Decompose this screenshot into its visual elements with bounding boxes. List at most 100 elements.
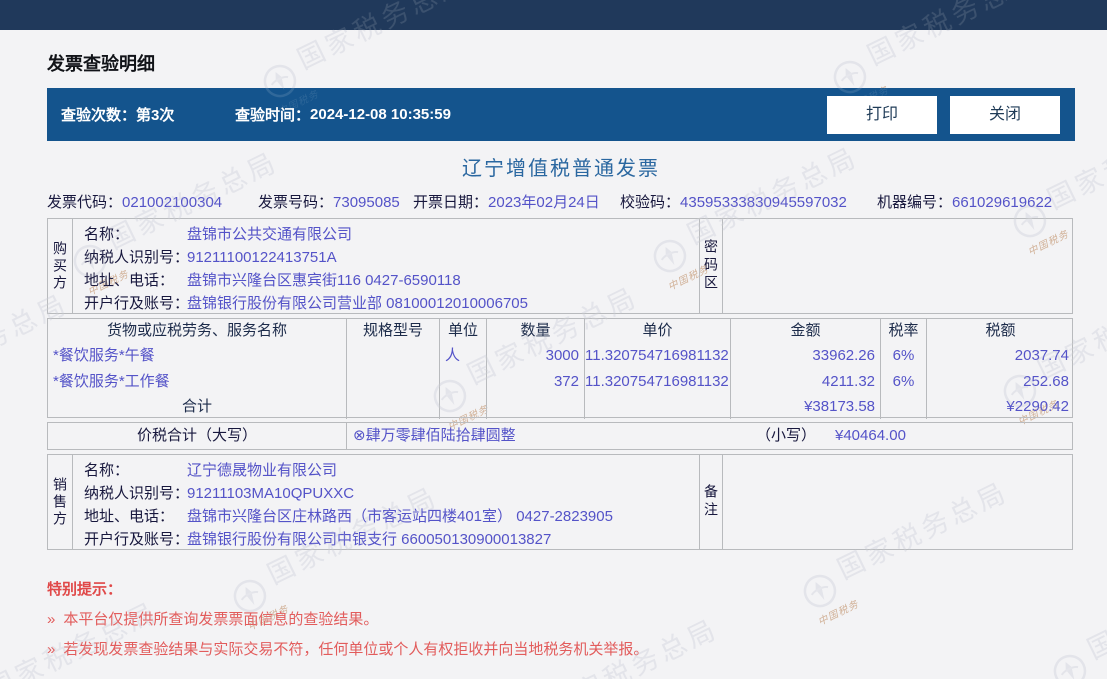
buyer-side-label-text: 购买方 [52,240,68,292]
seller-address-value: 盘锦市兴隆台区庄林路西（市客运站四楼401室） 0427-2823905 [187,508,613,525]
item-taxrate: 6% [881,369,927,395]
watermark-tile: 中国税务国家税务总局 [0,590,168,679]
seller-taxid-row: 纳税人识别号： 91211103MA10QPUXXC [84,482,699,505]
machine-number-value: 661029619622 [952,194,1053,211]
col-header-amount: 金额 [731,319,881,343]
buyer-side-label: 购买方 [48,219,73,313]
watermark-script-text: 中国税务 [816,598,861,629]
seller-taxid-label: 纳税人识别号： [84,485,190,502]
col-header-price: 单价 [585,319,731,343]
items-total-spacer [347,395,440,419]
buyer-bank-value: 盘锦银行股份有限公司营业部 08100012010006705 [187,295,528,312]
buyer-taxid-value: 91211100122413751A [187,249,337,266]
notice-title: 特别提示： [47,581,123,598]
page-title: 发票查验明细 [47,54,155,74]
invoice-code-value: 021002100304 [122,194,223,211]
item-amount: 4211.32 [731,369,881,395]
watermark-tile: 中国税务国家税务总局 [0,590,168,679]
password-area [723,219,1072,313]
check-time-value: 2024-12-08 10:35:59 [310,106,451,123]
buyer-details: 名称： 盘锦市公共交通有限公司 纳税人识别号： 91211100122413751A… [73,219,699,313]
grand-total-label: 价税合计（大写） [48,423,347,449]
items-total-label: 合计 [48,395,347,419]
notice-item: » 本平台仅提供所查询发票票面信息的查验结果。 [47,608,378,629]
check-code-value: 43595333830945597032 [680,194,847,211]
item-tax: 252.68 [1023,373,1069,390]
item-taxrate: 6% [881,343,927,369]
tax-bureau-logo-icon [1053,654,1087,679]
watermark-text: 国家税务总局 [1082,556,1107,666]
buyer-address-row: 地址、电话： 盘锦市兴隆台区惠宾街116 0427-6590118 [84,269,699,292]
watermark-tile: 中国税务 国家税务总局 [1041,550,1107,679]
invoice-code: 发票代码：021002100304 [47,191,222,212]
check-time-label: 查验时间： [235,107,311,124]
invoice-date: 开票日期：2023年02月24日 [413,191,600,212]
notice-item-text: 本平台仅提供所查询发票票面信息的查验结果。 [63,611,379,628]
invoice-number-value: 73095085 [333,194,400,211]
seller-details: 名称： 辽宁德晟物业有限公司 纳税人识别号： 91211103MA10QPUXXC … [73,455,699,549]
remark-area-label-text: 备注 [703,484,719,520]
items-total-spacer [585,395,731,419]
grand-total-row: 价税合计（大写） ⊗肆万零肆佰陆拾肆圆整 （小写） ¥40464.00 [47,422,1073,450]
password-area-label: 密码区 [699,219,723,313]
col-header-spec: 规格型号 [347,319,440,343]
bullet-icon: » [47,641,56,658]
seller-name-label: 名称： [84,462,130,479]
buyer-address-label: 地址、电话： [84,272,175,289]
items-total-spacer [440,395,487,419]
notice-item-text: 若发现发票查验结果与实际交易不符，任何单位或个人有权拒收并向当地税务机关举报。 [63,641,649,658]
check-count-label: 查验次数： [61,107,137,124]
seller-name-row: 名称： 辽宁德晟物业有限公司 [84,459,699,482]
item-unit [440,369,487,395]
items-total-spacer [487,395,585,419]
watermark-script-text: 中国税务 [1065,675,1107,679]
invoice-date-label: 开票日期： [413,194,489,211]
tax-bureau-logo-icon [803,574,837,608]
invoice-number-label: 发票号码： [258,194,334,211]
buyer-name-row: 名称： 盘锦市公共交通有限公司 [84,223,699,246]
verification-toolbar: 查验次数： 第3次 查验时间： 2024-12-08 10:35:59 打印 关… [47,88,1075,141]
print-button[interactable]: 打印 [827,96,937,134]
seller-taxid-value: 91211103MA10QPUXXC [187,485,355,502]
notice-item: » 若发现发票查验结果与实际交易不符，任何单位或个人有权拒收并向当地税务机关举报。 [47,638,648,659]
watermark-script-text: 中国税务 [816,598,861,629]
seller-address-row: 地址、电话： 盘锦市兴隆台区庄林路西（市客运站四楼401室） 0427-28239… [84,505,699,528]
machine-number: 机器编号：661029619622 [877,191,1052,212]
watermark-text: 国家税务总局 [0,596,164,679]
item-name: *餐饮服务*午餐 [48,343,347,369]
items-total-amount: ¥38173.58 [731,395,881,419]
grand-total-small-label: （小写） [756,427,817,444]
watermark-script-text: 中国税务 [1065,675,1107,679]
item-amount: 33962.26 [731,343,881,369]
watermark-text: 国家税务总局 [0,596,164,679]
close-button[interactable]: 关闭 [950,96,1060,134]
invoice-code-label: 发票代码： [47,194,123,211]
buyer-name-label: 名称： [84,226,130,243]
item-spec [347,369,440,395]
buyer-section: 购买方 名称： 盘锦市公共交通有限公司 纳税人识别号： 91211100122413… [47,218,1073,314]
items-table: 货物或应税劳务、服务名称 规格型号 单位 数量 单价 金额 税率 税额 *餐饮服… [47,318,1073,419]
machine-number-label: 机器编号： [877,194,953,211]
check-count: 查验次数： 第3次 [61,88,174,141]
item-tax: 2037.74 [1014,347,1069,364]
seller-bank-label: 开户行及账号： [84,531,190,548]
col-header-name: 货物或应税劳务、服务名称 [48,319,347,343]
buyer-taxid-label: 纳税人识别号： [84,249,190,266]
tax-bureau-logo-icon [1053,654,1087,679]
item-qty: 372 [487,369,585,395]
grand-total-amount: ¥40464.00 [835,427,906,444]
password-area-label-text: 密码区 [703,239,719,293]
invoice-title: 辽宁增值税普通发票 [462,158,660,180]
item-qty: 3000 [487,343,585,369]
tax-bureau-logo-icon [803,574,837,608]
col-header-unit: 单位 [440,319,487,343]
buyer-bank-row: 开户行及账号： 盘锦银行股份有限公司营业部 08100012010006705 [84,292,699,315]
invoice-verification-page: 中国税务国家税务总局中国税务国家税务总局中国税务国家税务总局中国税务国家税务总局… [0,0,1107,679]
watermark-tile: 中国税务 国家税务总局 [1041,550,1107,679]
check-code: 校验码：43595333830945597032 [620,191,847,212]
seller-side-label-text: 销售方 [52,476,68,528]
item-price: 11.320754716981132 [585,343,731,369]
item-unit: 人 [440,343,487,369]
remark-area-label: 备注 [699,455,723,549]
seller-side-label: 销售方 [48,455,73,549]
